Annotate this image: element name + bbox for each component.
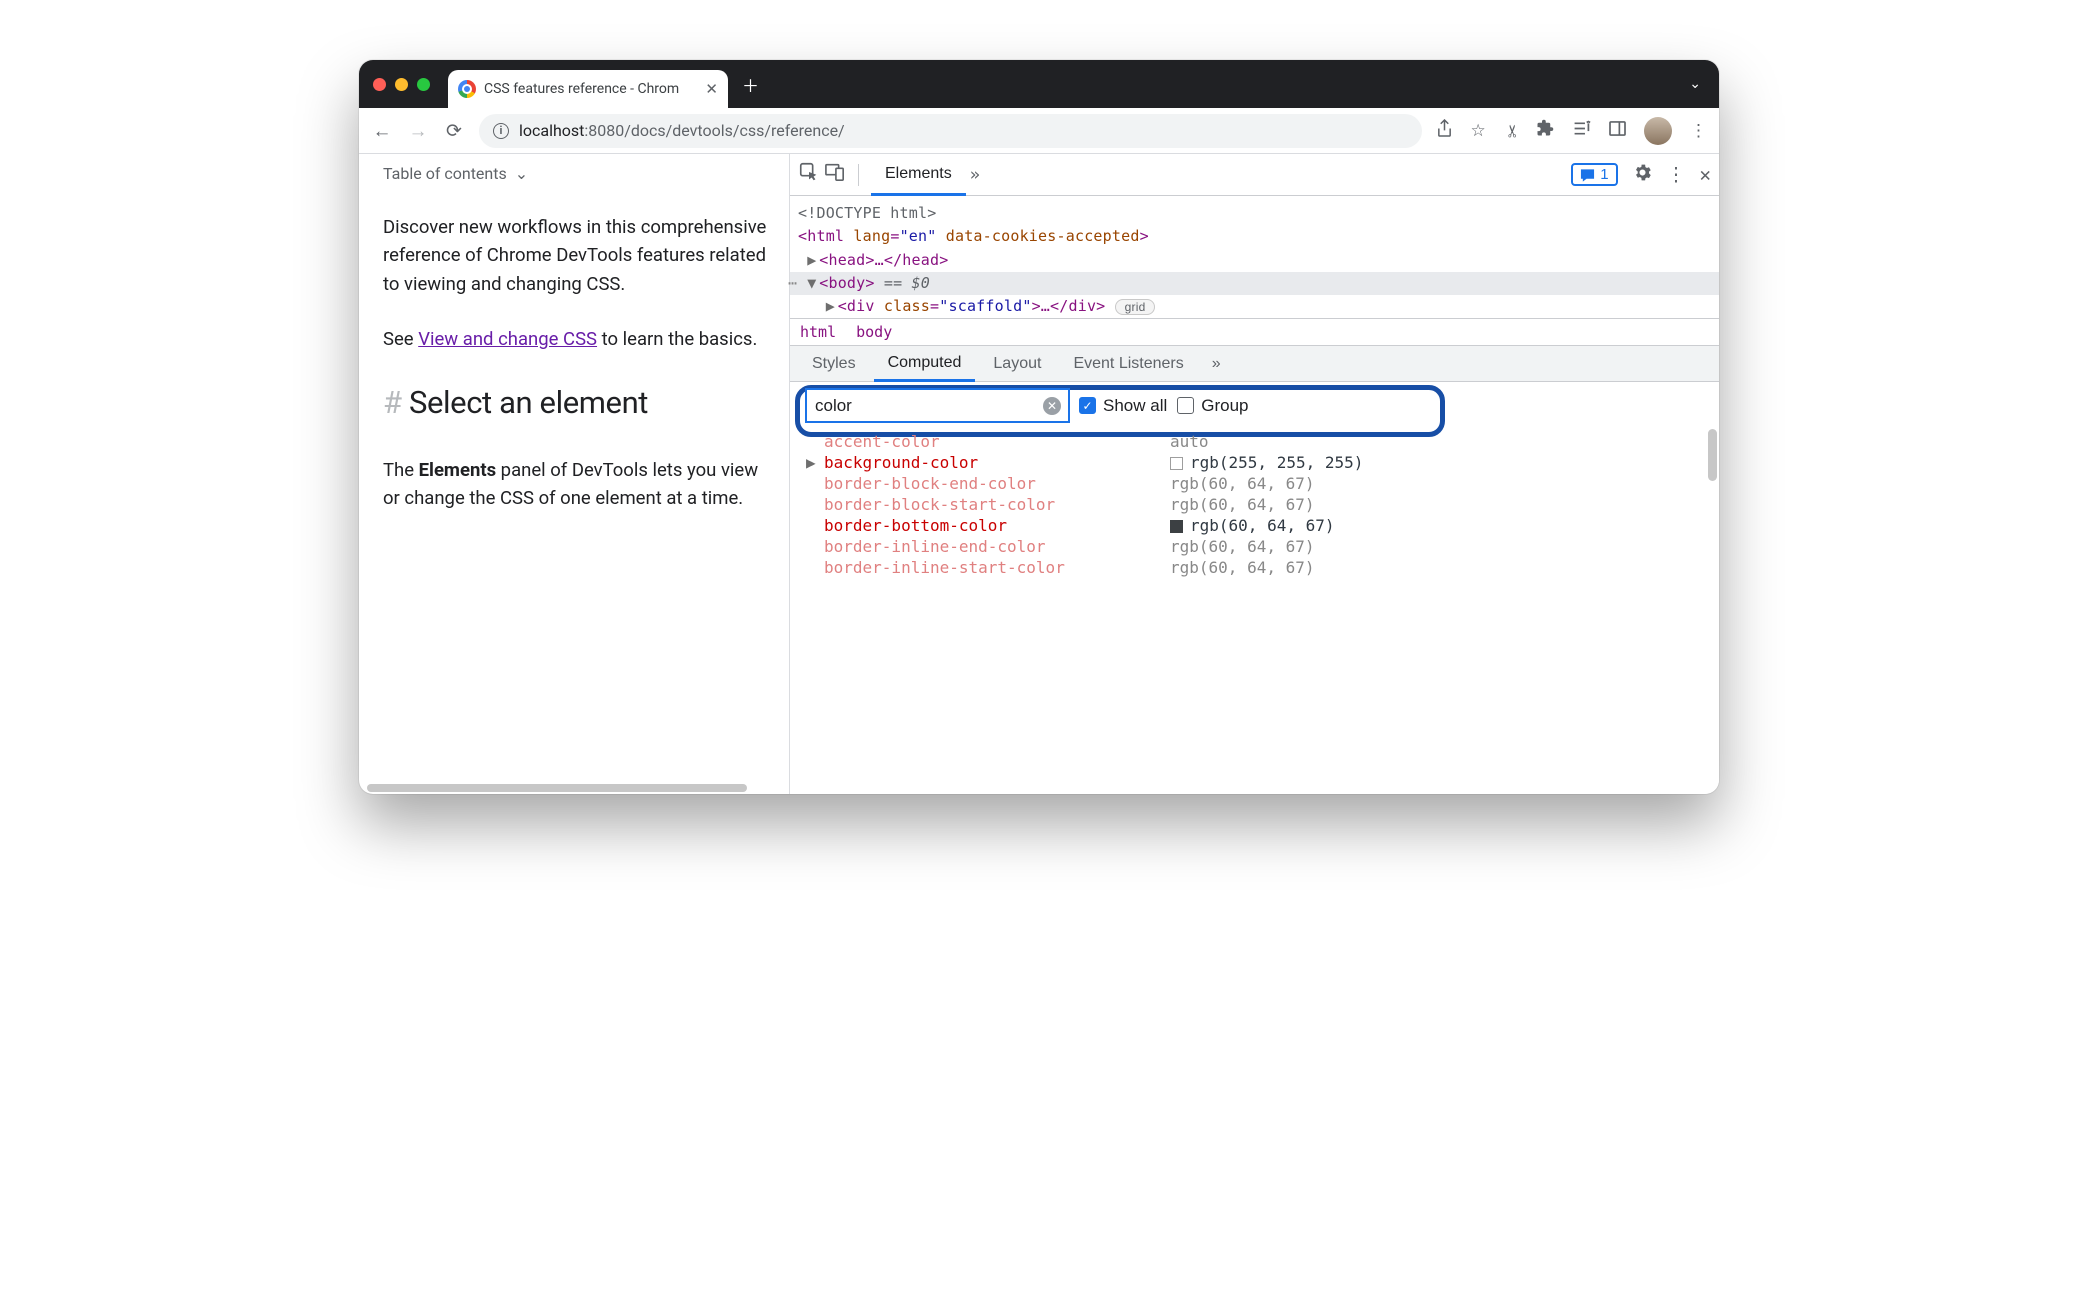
share-icon[interactable] [1436, 119, 1453, 143]
breadcrumb-html[interactable]: html [800, 323, 836, 341]
device-toolbar-icon[interactable] [824, 162, 846, 187]
computed-row[interactable]: border-inline-end-color rgb(60, 64, 67) [790, 536, 1719, 557]
elements-tab[interactable]: Elements [871, 154, 966, 196]
head-node[interactable]: ▶<head>…</head> [798, 249, 1711, 272]
computed-row[interactable]: accent-color auto [790, 431, 1719, 452]
doctype-node[interactable]: <!DOCTYPE html> [798, 202, 1711, 225]
body-node-selected[interactable]: ⋯ ▼<body> == $0 [790, 272, 1719, 295]
profile-avatar[interactable] [1644, 117, 1672, 145]
collapse-triangle-icon[interactable]: ▼ [807, 272, 819, 295]
more-tabs-icon[interactable]: » [970, 165, 980, 185]
computed-row[interactable]: border-bottom-color rgb(60, 64, 67) [790, 515, 1719, 536]
div-scaffold-node[interactable]: ▶<div class="scaffold">…</div> grid [798, 295, 1711, 318]
styles-pane-tabs: Styles Computed Layout Event Listeners » [790, 346, 1719, 382]
show-all-checkbox[interactable]: ✓ Show all [1079, 396, 1167, 416]
settings-gear-icon[interactable] [1632, 162, 1653, 188]
breadcrumb-body[interactable]: body [856, 323, 892, 341]
view-change-css-link[interactable]: View and change CSS [418, 328, 597, 350]
content-area: Table of contents ⌄ Discover new workflo… [359, 154, 1719, 794]
scissors-icon[interactable]: ✂ [1501, 123, 1521, 137]
tab-computed[interactable]: Computed [874, 346, 976, 382]
checkbox-unchecked-icon [1177, 397, 1194, 414]
expand-triangle-icon[interactable]: ▶ [807, 249, 819, 272]
section-heading: # Select an element [383, 379, 769, 427]
toolbar-actions: ☆ ✂ ⋮ [1436, 117, 1708, 145]
breadcrumb: html body [790, 318, 1719, 346]
expand-triangle-icon[interactable]: ▶ [806, 453, 816, 472]
hash-anchor-icon[interactable]: # [383, 384, 402, 421]
table-of-contents-toggle[interactable]: Table of contents ⌄ [383, 162, 769, 187]
reading-list-icon[interactable] [1572, 120, 1591, 142]
html-node[interactable]: <html lang="en" data-cookies-accepted> [798, 225, 1711, 248]
see-paragraph: See View and change CSS to learn the bas… [383, 325, 769, 354]
dom-tree[interactable]: <!DOCTYPE html> <html lang="en" data-coo… [790, 196, 1719, 318]
ellipsis-icon[interactable]: ⋯ [788, 272, 798, 295]
tab-styles[interactable]: Styles [798, 346, 870, 382]
chrome-favicon-icon [458, 80, 476, 98]
browser-tab[interactable]: CSS features reference - Chrom ✕ [448, 70, 728, 108]
browser-window: CSS features reference - Chrom ✕ ＋ ⌄ ← →… [359, 60, 1719, 794]
browser-toolbar: ← → ⟳ i localhost:8080/docs/devtools/css… [359, 108, 1719, 154]
devtools-close-icon[interactable]: ✕ [1700, 164, 1711, 186]
address-bar[interactable]: i localhost:8080/docs/devtools/css/refer… [479, 114, 1422, 148]
maximize-window-button[interactable] [417, 78, 430, 91]
tab-title: CSS features reference - Chrom [484, 81, 697, 97]
grid-badge[interactable]: grid [1115, 299, 1156, 315]
close-tab-button[interactable]: ✕ [705, 80, 718, 98]
site-info-icon[interactable]: i [493, 123, 509, 139]
issues-badge[interactable]: 1 [1571, 163, 1617, 186]
more-subtabs-icon[interactable]: » [1212, 355, 1221, 373]
url-text: localhost:8080/docs/devtools/css/referen… [519, 121, 845, 140]
inspect-element-icon[interactable] [798, 161, 820, 188]
checkbox-checked-icon: ✓ [1079, 397, 1096, 414]
intro-paragraph: Discover new workflows in this comprehen… [383, 213, 769, 299]
computed-filter-row: ✕ ✓ Show all Group [790, 382, 1719, 429]
close-window-button[interactable] [373, 78, 386, 91]
color-swatch-icon[interactable] [1170, 520, 1183, 533]
extensions-icon[interactable] [1536, 119, 1554, 142]
reload-button[interactable]: ⟳ [443, 119, 465, 142]
computed-row[interactable]: border-block-end-color rgb(60, 64, 67) [790, 473, 1719, 494]
kebab-menu-icon[interactable]: ⋮ [1690, 121, 1707, 141]
chevron-down-icon: ⌄ [515, 162, 528, 187]
group-checkbox[interactable]: Group [1177, 396, 1248, 416]
new-tab-button[interactable]: ＋ [742, 72, 759, 97]
devtools-toolbar: Elements » 1 ⋮ ✕ [790, 154, 1719, 196]
devtools-pane: Elements » 1 ⋮ ✕ <!DOCTYPE html> < [789, 154, 1719, 794]
expand-triangle-icon[interactable]: ▶ [826, 295, 838, 318]
computed-row[interactable]: border-inline-start-color rgb(60, 64, 67… [790, 557, 1719, 578]
back-button[interactable]: ← [371, 119, 393, 143]
color-swatch-icon[interactable] [1170, 457, 1183, 470]
computed-row[interactable]: border-block-start-color rgb(60, 64, 67) [790, 494, 1719, 515]
horizontal-scrollbar[interactable] [367, 784, 747, 792]
clear-filter-icon[interactable]: ✕ [1043, 397, 1061, 415]
forward-button: → [407, 119, 429, 143]
window-controls [373, 78, 430, 91]
tabs-chevron-icon[interactable]: ⌄ [1689, 76, 1707, 92]
side-panel-icon[interactable] [1609, 121, 1626, 141]
tab-strip: CSS features reference - Chrom ✕ ＋ ⌄ [359, 60, 1719, 108]
filter-input[interactable] [806, 389, 1069, 422]
elements-paragraph: The Elements panel of DevTools lets you … [383, 456, 769, 513]
computed-properties-list: accent-color auto ▶ background-color rgb… [790, 429, 1719, 794]
computed-row[interactable]: ▶ background-color rgb(255, 255, 255) [790, 452, 1719, 473]
tab-event-listeners[interactable]: Event Listeners [1059, 346, 1197, 382]
devtools-kebab-icon[interactable]: ⋮ [1667, 164, 1686, 186]
webpage-pane: Table of contents ⌄ Discover new workflo… [359, 154, 789, 794]
bookmark-icon[interactable]: ☆ [1471, 121, 1486, 141]
tab-layout[interactable]: Layout [979, 346, 1055, 382]
minimize-window-button[interactable] [395, 78, 408, 91]
